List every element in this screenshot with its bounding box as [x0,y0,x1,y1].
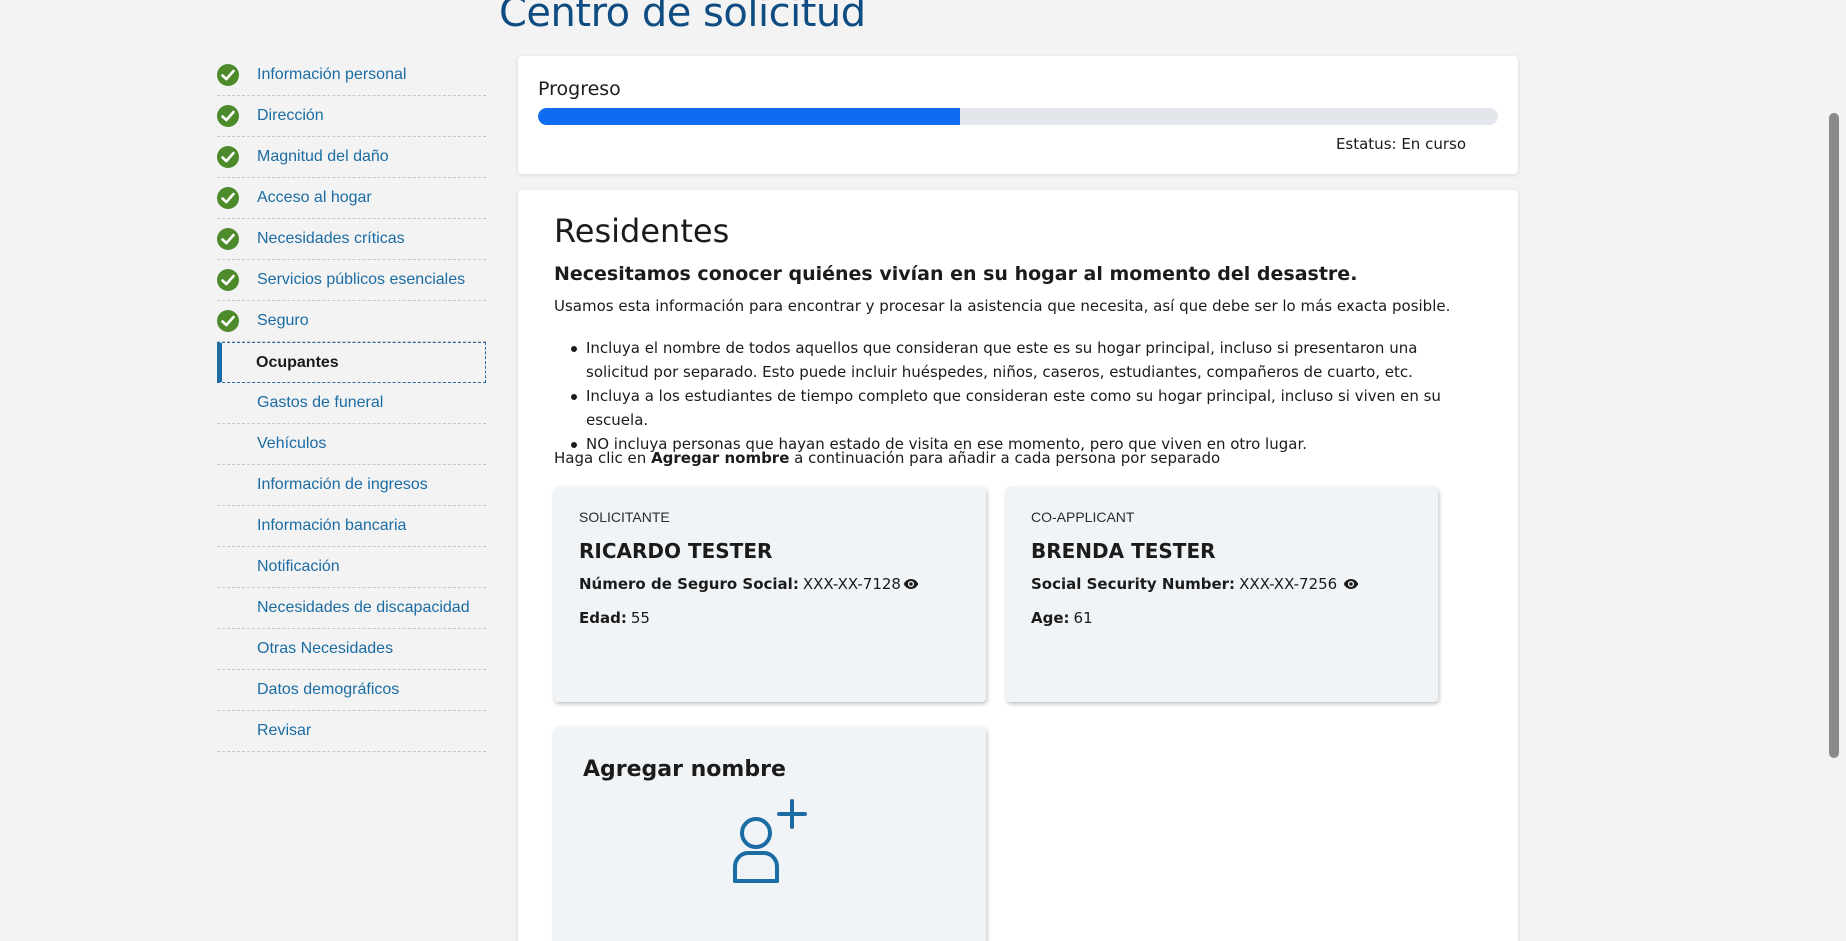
age-row: Edad: 55 [579,609,650,627]
ssn-label: Social Security Number: [1031,575,1236,593]
ssn-row: Número de Seguro Social: XXX-XX-7128 [579,575,919,593]
check-circle-icon [217,64,239,86]
check-circle-icon [217,228,239,250]
sidebar-item-label: Otras Necesidades [257,640,394,657]
progress-title: Progreso [538,78,621,100]
check-circle-icon [217,269,239,291]
sidebar-item-label: Necesidades críticas [257,230,405,247]
sidebar-item[interactable]: Datos demográficos [217,670,486,711]
eye-icon[interactable] [1343,578,1359,590]
section-subtitle: Necesitamos conocer quiénes vivían en su… [554,263,1358,285]
sidebar-item[interactable]: Gastos de funeral [217,383,486,424]
check-circle-icon [217,105,239,127]
instruction-text: Haga clic en [554,449,652,467]
resident-name: BRENDA TESTER [1031,539,1216,563]
add-name-title: Agregar nombre [583,757,786,782]
resident-name: RICARDO TESTER [579,539,773,563]
sidebar-nav: Información personal Dirección Magnitud de… [217,55,486,752]
sidebar-item-label: Revisar [257,722,312,739]
instruction-bold: Agregar nombre [651,449,790,467]
page-title: Centro de solicitud [499,0,866,36]
sidebar-item-label: Información personal [257,66,407,83]
sidebar-item[interactable]: Información bancaria [217,506,486,547]
sidebar-item-label: Acceso al hogar [257,189,372,206]
ssn-value: XXX-XX-7128 [802,575,901,593]
intro-text: Usamos esta información para encontrar y… [554,297,1451,315]
sidebar-item[interactable]: Notificación [217,547,486,588]
resident-card[interactable]: CO-APPLICANT BRENDA TESTER Social Securi… [1006,487,1438,702]
check-circle-icon [217,187,239,209]
sidebar-item[interactable]: Otras Necesidades [217,629,486,670]
check-circle-icon [217,146,239,168]
sidebar-item-label: Servicios públicos esenciales [257,271,466,288]
age-label: Edad: [579,609,627,627]
list-item: Incluya el nombre de todos aquellos que … [554,336,1484,384]
sidebar-item[interactable]: Vehículos [217,424,486,465]
sidebar-item-label: Seguro [257,312,309,329]
scrollbar-thumb[interactable] [1829,113,1839,758]
sidebar-item-label: Datos demográficos [257,681,400,698]
eye-icon[interactable] [903,578,919,590]
sidebar-item-label: Notificación [257,558,340,575]
sidebar-item[interactable]: Acceso al hogar [217,178,486,219]
ssn-row: Social Security Number: XXX-XX-7256 [1031,575,1359,593]
progress-bar [538,108,1498,125]
age-label: Age: [1031,609,1070,627]
instruction-text: a continuación para añadir a cada person… [789,449,1221,467]
list-item: Incluya a los estudiantes de tiempo comp… [554,384,1484,432]
sidebar-item[interactable]: Magnitud del daño [217,137,486,178]
progress-bar-fill [538,108,961,125]
sidebar-item-label: Información de ingresos [257,476,428,493]
add-person-icon [729,795,811,890]
sidebar-item[interactable]: Seguro [217,301,486,342]
sidebar-item-label: Vehículos [257,435,327,452]
age-value: 61 [1073,609,1093,627]
sidebar-item-label: Necesidades de discapacidad [257,599,470,616]
instructions-list: Incluya el nombre de todos aquellos que … [554,336,1484,456]
add-instruction: Haga clic en Agregar nombre a continuaci… [554,449,1220,467]
resident-role: CO-APPLICANT [1031,509,1135,525]
add-name-button[interactable]: Agregar nombre [554,727,986,941]
sidebar-item[interactable]: Ocupantes [217,342,486,383]
sidebar-item[interactable]: Dirección [217,96,486,137]
progress-card: Progreso Estatus: En curso [518,56,1518,174]
age-value: 55 [630,609,650,627]
sidebar-item-label: Dirección [257,107,324,124]
sidebar-item[interactable]: Necesidades de discapacidad [217,588,486,629]
sidebar-item-label: Información bancaria [257,517,407,534]
sidebar-item[interactable]: Revisar [217,711,486,752]
sidebar-item[interactable]: Necesidades críticas [217,219,486,260]
sidebar-item[interactable]: Servicios públicos esenciales [217,260,486,301]
ssn-value: XXX-XX-7256 [1239,575,1338,593]
check-circle-icon [217,310,239,332]
status-text: Estatus: En curso [1335,135,1466,153]
section-title: Residentes [554,212,730,250]
scrollbar[interactable] [1824,0,1846,941]
residents-card: Residentes Necesitamos conocer quiénes v… [518,190,1518,941]
sidebar-item-label: Magnitud del daño [257,148,389,165]
ssn-label: Número de Seguro Social: [579,575,799,593]
resident-card[interactable]: SOLICITANTE RICARDO TESTER Número de Seg… [554,487,986,702]
sidebar-item-label: Gastos de funeral [257,394,384,411]
sidebar-item[interactable]: Información de ingresos [217,465,486,506]
resident-role: SOLICITANTE [579,509,670,525]
sidebar-item[interactable]: Información personal [217,55,486,96]
sidebar-item-label: Ocupantes [256,353,339,371]
age-row: Age: 61 [1031,609,1093,627]
